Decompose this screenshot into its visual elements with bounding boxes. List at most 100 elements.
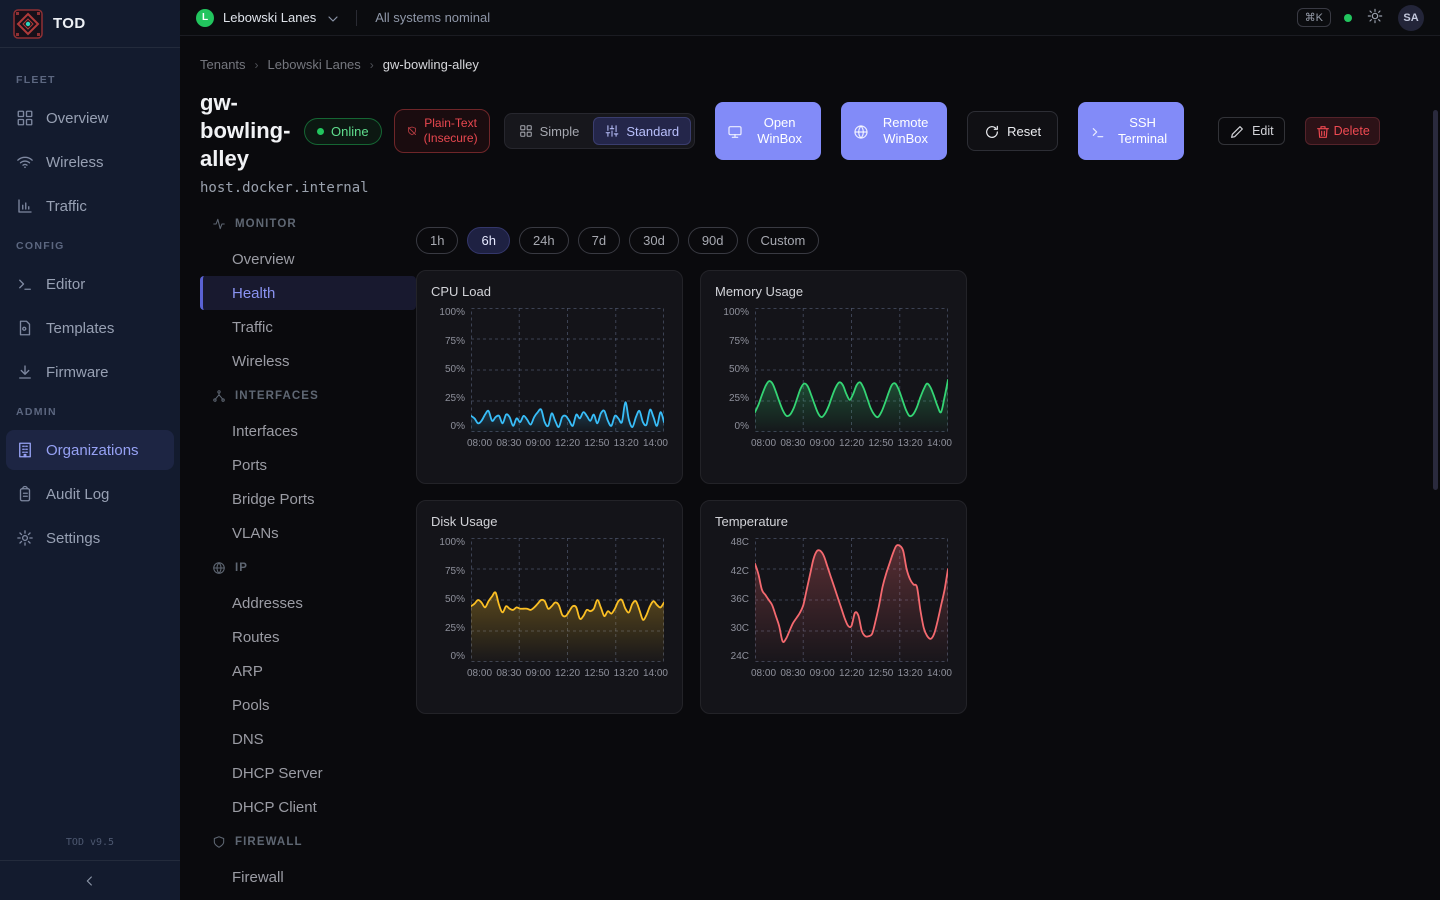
breadcrumb-item[interactable]: Tenants bbox=[200, 57, 246, 72]
x-tick-label: 13:20 bbox=[898, 668, 923, 679]
subnav-item-interfaces[interactable]: Interfaces bbox=[200, 414, 416, 448]
sidebar-item-label: Overview bbox=[46, 110, 109, 127]
sidebar-item-label: Wireless bbox=[46, 154, 104, 171]
time-range-1h[interactable]: 1h bbox=[416, 227, 458, 254]
theme-toggle-button[interactable] bbox=[1365, 8, 1385, 28]
refresh-icon bbox=[984, 124, 999, 139]
x-axis: 08:0008:3009:0012:2012:5013:2014:00 bbox=[467, 438, 668, 449]
sidebar-item-wireless[interactable]: Wireless bbox=[0, 140, 180, 184]
edit-button[interactable]: Edit bbox=[1218, 117, 1285, 145]
time-range-7d[interactable]: 7d bbox=[578, 227, 620, 254]
subnav-item-health[interactable]: Health bbox=[200, 276, 416, 310]
mode-simple-button[interactable]: Simple bbox=[508, 117, 591, 145]
shield-off-icon bbox=[406, 125, 418, 137]
subnav-section-firewall: FIREWALL bbox=[200, 824, 416, 860]
subnav-item-overview[interactable]: Overview bbox=[200, 242, 416, 276]
sidebar-item-traffic[interactable]: Traffic bbox=[0, 184, 180, 228]
sidebar-item-overview[interactable]: Overview bbox=[0, 96, 180, 140]
y-tick-label: 25% bbox=[445, 394, 465, 404]
tenant-avatar: L bbox=[196, 9, 214, 27]
breadcrumb-separator: › bbox=[255, 58, 259, 72]
sidebar-item-editor[interactable]: Editor bbox=[0, 262, 180, 306]
x-tick-label: 08:00 bbox=[751, 438, 776, 449]
chart-plot bbox=[755, 538, 948, 662]
subnav-item-mangle[interactable]: Mangle bbox=[200, 894, 416, 900]
vertical-scrollbar[interactable] bbox=[1433, 110, 1438, 490]
reset-button[interactable]: Reset bbox=[967, 111, 1058, 151]
x-tick-label: 08:30 bbox=[780, 668, 805, 679]
x-tick-label: 12:50 bbox=[584, 668, 609, 679]
app-logo[interactable]: TOD bbox=[0, 0, 180, 48]
sidebar-collapse-button[interactable] bbox=[70, 866, 110, 896]
y-axis: 100%75%50%25%0% bbox=[431, 308, 465, 432]
x-tick-label: 13:20 bbox=[614, 438, 639, 449]
sidebar-item-label: Traffic bbox=[46, 198, 87, 215]
page-title: gw-bowling-alley bbox=[200, 89, 292, 173]
sidebar-item-label: Editor bbox=[46, 276, 85, 293]
subnav-section-monitor: MONITOR bbox=[200, 206, 416, 242]
time-range-custom[interactable]: Custom bbox=[747, 227, 820, 254]
y-axis: 100%75%50%25%0% bbox=[431, 538, 465, 662]
x-tick-label: 08:00 bbox=[467, 438, 492, 449]
y-tick-label: 42C bbox=[731, 567, 749, 577]
chart-plot bbox=[755, 308, 948, 432]
chart-card-disk-usage: Disk Usage100%75%50%25%0%08:0008:3009:00… bbox=[416, 500, 683, 714]
subnav-item-pools[interactable]: Pools bbox=[200, 688, 416, 722]
subnav-item-vlans[interactable]: VLANs bbox=[200, 516, 416, 550]
subnav-item-ports[interactable]: Ports bbox=[200, 448, 416, 482]
insecure-badge: Plain-Text(Insecure) bbox=[394, 109, 490, 153]
chart-plot bbox=[471, 538, 664, 662]
breadcrumb-item[interactable]: Lebowski Lanes bbox=[268, 57, 361, 72]
sidebar-item-settings[interactable]: Settings bbox=[0, 516, 180, 560]
sidebar-item-firmware[interactable]: Firmware bbox=[0, 350, 180, 394]
subnav-item-routes[interactable]: Routes bbox=[200, 620, 416, 654]
subnav-item-bridge-ports[interactable]: Bridge Ports bbox=[200, 482, 416, 516]
user-avatar[interactable]: SA bbox=[1398, 5, 1424, 31]
chart-title: Temperature bbox=[715, 514, 952, 529]
command-palette-shortcut[interactable]: ⌘K bbox=[1297, 8, 1331, 27]
time-range-30d[interactable]: 30d bbox=[629, 227, 679, 254]
subnav-item-dhcp-server[interactable]: DHCP Server bbox=[200, 756, 416, 790]
time-range-90d[interactable]: 90d bbox=[688, 227, 738, 254]
tenant-selector[interactable]: L Lebowski Lanes bbox=[196, 9, 338, 27]
sidebar-item-templates[interactable]: Templates bbox=[0, 306, 180, 350]
sliders-icon bbox=[605, 124, 619, 138]
x-tick-label: 14:00 bbox=[643, 668, 668, 679]
remote-winbox-button[interactable]: Remote WinBox bbox=[841, 102, 947, 160]
chart-plot bbox=[471, 308, 664, 432]
x-tick-label: 12:20 bbox=[555, 668, 580, 679]
subnav-item-traffic[interactable]: Traffic bbox=[200, 310, 416, 344]
subnav-item-firewall[interactable]: Firewall bbox=[200, 860, 416, 894]
subnav-item-addresses[interactable]: Addresses bbox=[200, 586, 416, 620]
y-tick-label: 50% bbox=[445, 365, 465, 375]
subnav-item-dhcp-client[interactable]: DHCP Client bbox=[200, 790, 416, 824]
y-tick-label: 75% bbox=[445, 567, 465, 577]
x-tick-label: 09:00 bbox=[526, 438, 551, 449]
y-tick-label: 25% bbox=[729, 394, 749, 404]
subnav-item-arp[interactable]: ARP bbox=[200, 654, 416, 688]
terminal-icon bbox=[1090, 124, 1105, 139]
x-tick-label: 14:00 bbox=[927, 668, 952, 679]
y-tick-label: 75% bbox=[445, 337, 465, 347]
delete-button[interactable]: Delete bbox=[1305, 117, 1380, 145]
x-tick-label: 13:20 bbox=[614, 668, 639, 679]
time-range-24h[interactable]: 24h bbox=[519, 227, 569, 254]
x-tick-label: 09:00 bbox=[810, 438, 835, 449]
time-range-6h[interactable]: 6h bbox=[467, 227, 509, 254]
charts-grid: CPU Load100%75%50%25%0%08:0008:3009:0012… bbox=[416, 270, 1440, 714]
sidebar-item-audit-log[interactable]: Audit Log bbox=[0, 472, 180, 516]
mode-standard-button[interactable]: Standard bbox=[593, 117, 691, 145]
chevron-down-icon bbox=[325, 11, 338, 24]
open-winbox-button[interactable]: Open WinBox bbox=[715, 102, 821, 160]
view-mode-toggle: Simple Standard bbox=[504, 113, 696, 149]
x-tick-label: 09:00 bbox=[526, 668, 551, 679]
sidebar-item-label: Organizations bbox=[46, 442, 139, 459]
y-tick-label: 50% bbox=[729, 365, 749, 375]
ssh-terminal-button[interactable]: SSH Terminal bbox=[1078, 102, 1184, 160]
subnav-item-wireless[interactable]: Wireless bbox=[200, 344, 416, 378]
pencil-icon bbox=[1229, 124, 1244, 139]
subnav-item-dns[interactable]: DNS bbox=[200, 722, 416, 756]
sidebar-item-organizations[interactable]: Organizations bbox=[6, 430, 174, 470]
app-version: TOD v9.5 bbox=[0, 827, 180, 860]
sidebar-section-fleet: FLEETOverviewWirelessTraffic bbox=[0, 62, 180, 228]
